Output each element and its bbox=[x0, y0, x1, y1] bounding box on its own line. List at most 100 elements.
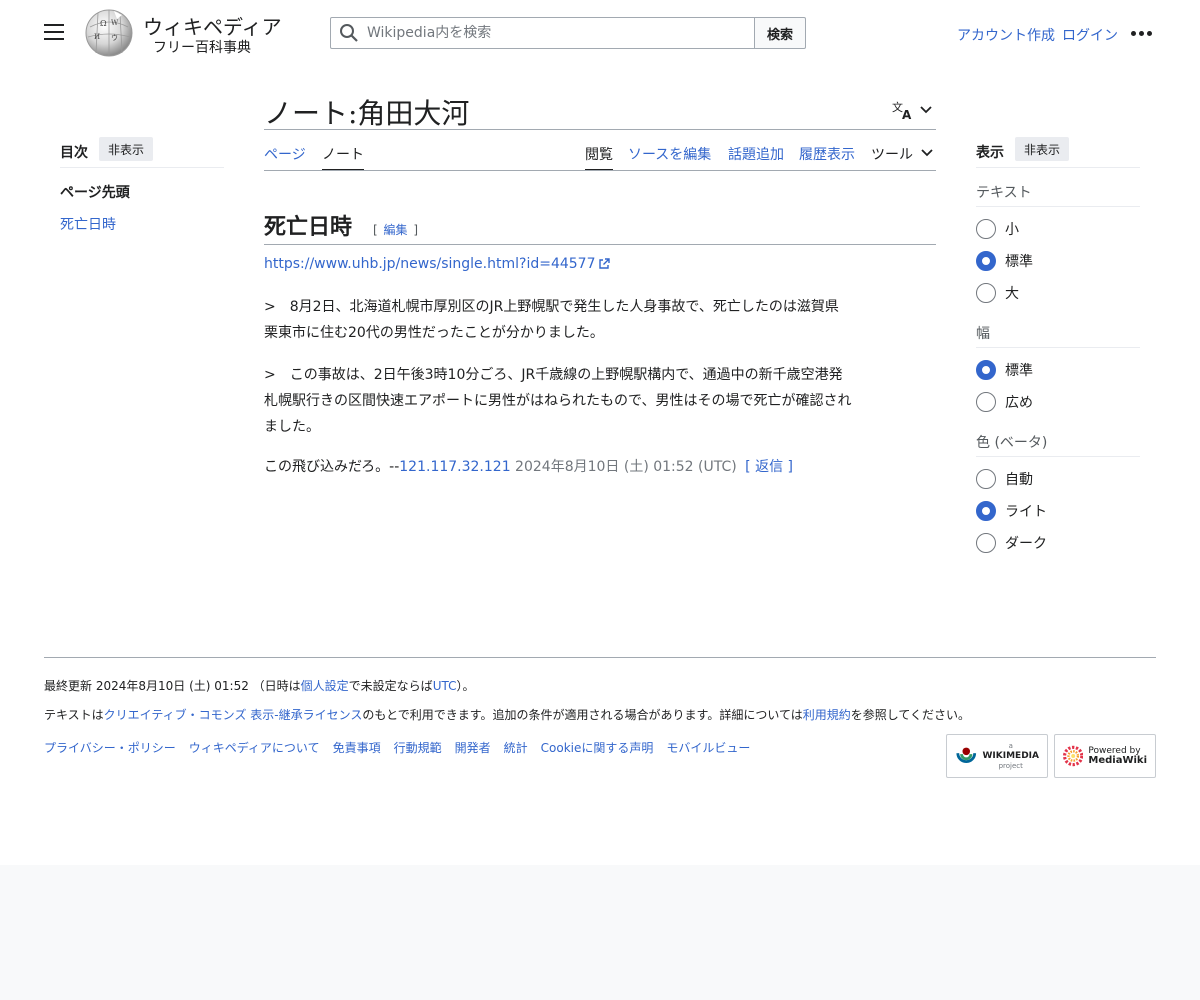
search-icon bbox=[340, 24, 358, 42]
footer-links: プライバシー・ポリシー ウィキペディアについて 免責事項 行動規範 開発者 統計… bbox=[44, 739, 750, 756]
tab-history[interactable]: 履歴表示 bbox=[799, 144, 855, 171]
radio-button-selected[interactable] bbox=[976, 251, 996, 271]
radio-button[interactable] bbox=[976, 283, 996, 303]
reply-button[interactable]: [ 返信 ] bbox=[745, 459, 793, 475]
footer-last-modified: 最終更新 2024年8月10日 (土) 01:52 （日時は個人設定で未設定なら… bbox=[44, 677, 475, 694]
footer-link-privacy[interactable]: プライバシー・ポリシー bbox=[44, 739, 176, 756]
quote-2-line-1: > この事故は、2日午後3時10分ごろ、JR千歳線の上野幌駅構内で、通過中の新千… bbox=[264, 367, 843, 383]
external-link[interactable]: https://www.uhb.jp/news/single.html?id=4… bbox=[264, 256, 611, 272]
radio-button-selected[interactable] bbox=[976, 501, 996, 521]
toc-item-top[interactable]: ページ先頭 bbox=[60, 182, 130, 202]
quote-1-line-2: 栗東市に住む20代の男性だったことが分かりました。 bbox=[264, 325, 604, 341]
more-options-icon[interactable] bbox=[1131, 31, 1153, 36]
text-size-large[interactable]: 大 bbox=[976, 283, 1019, 303]
language-button[interactable]: 文 A bbox=[892, 98, 938, 122]
tab-edit-source[interactable]: ソースを編集 bbox=[628, 144, 711, 171]
text-size-small[interactable]: 小 bbox=[976, 219, 1019, 239]
title-divider bbox=[264, 129, 936, 130]
chevron-down-icon bbox=[921, 149, 933, 157]
color-dark[interactable]: ダーク bbox=[976, 533, 1047, 553]
license-link[interactable]: クリエイティブ・コモンズ 表示-継承ライセンス bbox=[104, 708, 363, 722]
license-mid: のもとで利用できます。追加の条件が適用される場合があります。詳細については bbox=[362, 708, 803, 722]
radio-button[interactable] bbox=[976, 533, 996, 553]
edit-bracket-close: ] bbox=[413, 223, 419, 237]
edit-section-link[interactable]: 編集 bbox=[384, 223, 408, 237]
color-dark-label: ダーク bbox=[1005, 536, 1047, 552]
personal-settings-link[interactable]: 個人設定 bbox=[301, 679, 349, 693]
color-auto-label: 自動 bbox=[1005, 472, 1033, 488]
quote-paragraph-1: > 8月2日、北海道札幌市厚別区のJR上野幌駅で発生した人身事故で、死亡したのは… bbox=[264, 294, 944, 346]
color-divider bbox=[976, 456, 1140, 457]
footer-link-developers[interactable]: 開発者 bbox=[455, 739, 491, 756]
color-label: 色 (ベータ) bbox=[976, 435, 1048, 451]
page: Ω W И ウ ウィキペディア フリー百科事典 検索 アカウント作成 ログイン … bbox=[0, 0, 1200, 865]
text-size-divider bbox=[976, 206, 1140, 207]
login-link[interactable]: ログイン bbox=[1062, 25, 1118, 45]
quote-1-line-1: > 8月2日、北海道札幌市厚別区のJR上野幌駅で発生した人身事故で、死亡したのは… bbox=[264, 299, 839, 315]
text-size-large-label: 大 bbox=[1005, 286, 1019, 302]
svg-text:ウ: ウ bbox=[111, 34, 118, 42]
tabs-divider bbox=[264, 170, 936, 171]
appearance-hide-button[interactable]: 非表示 bbox=[1015, 137, 1070, 161]
footer-link-disclaimer[interactable]: 免責事項 bbox=[333, 739, 381, 756]
width-standard[interactable]: 標準 bbox=[976, 360, 1033, 380]
section-heading: 死亡日時 bbox=[264, 214, 353, 240]
create-account-link[interactable]: アカウント作成 bbox=[957, 25, 1055, 45]
comment-user-link[interactable]: 121.117.32.121 bbox=[399, 459, 510, 475]
tab-read[interactable]: 閲覧 bbox=[585, 144, 613, 171]
quote-2-line-2: 札幌駅行きの区間快速エアポートに男性がはねられたもので、男性はその場で死亡が確認… bbox=[264, 393, 852, 409]
width-standard-label: 標準 bbox=[1005, 363, 1033, 379]
tab-talk[interactable]: ノート bbox=[322, 144, 364, 171]
reply-label: 返信 bbox=[755, 459, 784, 475]
footer-link-cookie[interactable]: Cookieに関する声明 bbox=[541, 739, 654, 756]
svg-text:A: A bbox=[902, 108, 912, 120]
search-box bbox=[330, 17, 755, 49]
section-divider bbox=[264, 244, 936, 245]
tab-tools[interactable]: ツール bbox=[871, 144, 933, 171]
wikimedia-badge[interactable]: a WIKIMEDIA project bbox=[946, 734, 1048, 778]
radio-button[interactable] bbox=[976, 219, 996, 239]
text-size-small-label: 小 bbox=[1005, 222, 1019, 238]
wikimedia-badge-sub: project bbox=[998, 762, 1023, 770]
svg-text:Ω: Ω bbox=[100, 19, 107, 28]
footer-link-code-of-conduct[interactable]: 行動規範 bbox=[394, 739, 442, 756]
edit-section: [ 編集 ] bbox=[373, 221, 418, 238]
wikimedia-badge-small: a bbox=[1008, 742, 1013, 750]
footer-link-about[interactable]: ウィキペディアについて bbox=[189, 739, 320, 756]
color-auto[interactable]: 自動 bbox=[976, 469, 1033, 489]
text-size-standard[interactable]: 標準 bbox=[976, 251, 1033, 271]
toc-divider bbox=[60, 167, 224, 168]
mediawiki-badge-main: MediaWiki bbox=[1088, 755, 1147, 766]
tab-page[interactable]: ページ bbox=[264, 144, 306, 171]
search-input[interactable] bbox=[367, 19, 747, 47]
toc-item-death-date[interactable]: 死亡日時 bbox=[60, 214, 116, 234]
license-prefix: テキストは bbox=[44, 708, 104, 722]
page-title: ノート:角田大河 bbox=[264, 97, 470, 130]
utc-link[interactable]: UTC bbox=[433, 679, 457, 693]
width-wide[interactable]: 広め bbox=[976, 392, 1033, 412]
text-size-label: テキスト bbox=[976, 185, 1032, 201]
comment-text: この飛び込みだろ。-- bbox=[264, 459, 400, 475]
toc-hide-button[interactable]: 非表示 bbox=[99, 137, 154, 161]
main-menu-icon[interactable] bbox=[44, 24, 64, 42]
footer-license: テキストはクリエイティブ・コモンズ 表示-継承ライセンスのもとで利用できます。追… bbox=[44, 706, 970, 723]
mediawiki-badge[interactable]: Powered by MediaWiki bbox=[1054, 734, 1156, 778]
footer-link-mobile[interactable]: モバイルビュー bbox=[666, 739, 750, 756]
radio-button[interactable] bbox=[976, 469, 996, 489]
logo-wordmark[interactable]: ウィキペディア bbox=[143, 11, 282, 40]
radio-button-selected[interactable] bbox=[976, 360, 996, 380]
wikipedia-globe-logo[interactable]: Ω W И ウ bbox=[84, 9, 134, 57]
comment: この飛び込みだろ。--121.117.32.121 2024年8月10日 (土)… bbox=[264, 456, 793, 476]
chevron-down-icon bbox=[920, 106, 932, 114]
last-modified-prefix: 最終更新 2024年8月10日 (土) 01:52 （日時は bbox=[44, 679, 301, 693]
tab-add-topic[interactable]: 話題追加 bbox=[728, 144, 784, 171]
radio-button[interactable] bbox=[976, 392, 996, 412]
color-light[interactable]: ライト bbox=[976, 501, 1047, 521]
reply-bracket-close: ] bbox=[787, 459, 794, 475]
footer-link-statistics[interactable]: 統計 bbox=[504, 739, 528, 756]
comment-timestamp[interactable]: 2024年8月10日 (土) 01:52 (UTC) bbox=[511, 459, 737, 475]
search-button[interactable]: 検索 bbox=[754, 17, 806, 49]
terms-link[interactable]: 利用規約 bbox=[803, 708, 851, 722]
reply-bracket-open: [ bbox=[745, 459, 751, 475]
translate-icon: 文 A bbox=[892, 100, 912, 120]
